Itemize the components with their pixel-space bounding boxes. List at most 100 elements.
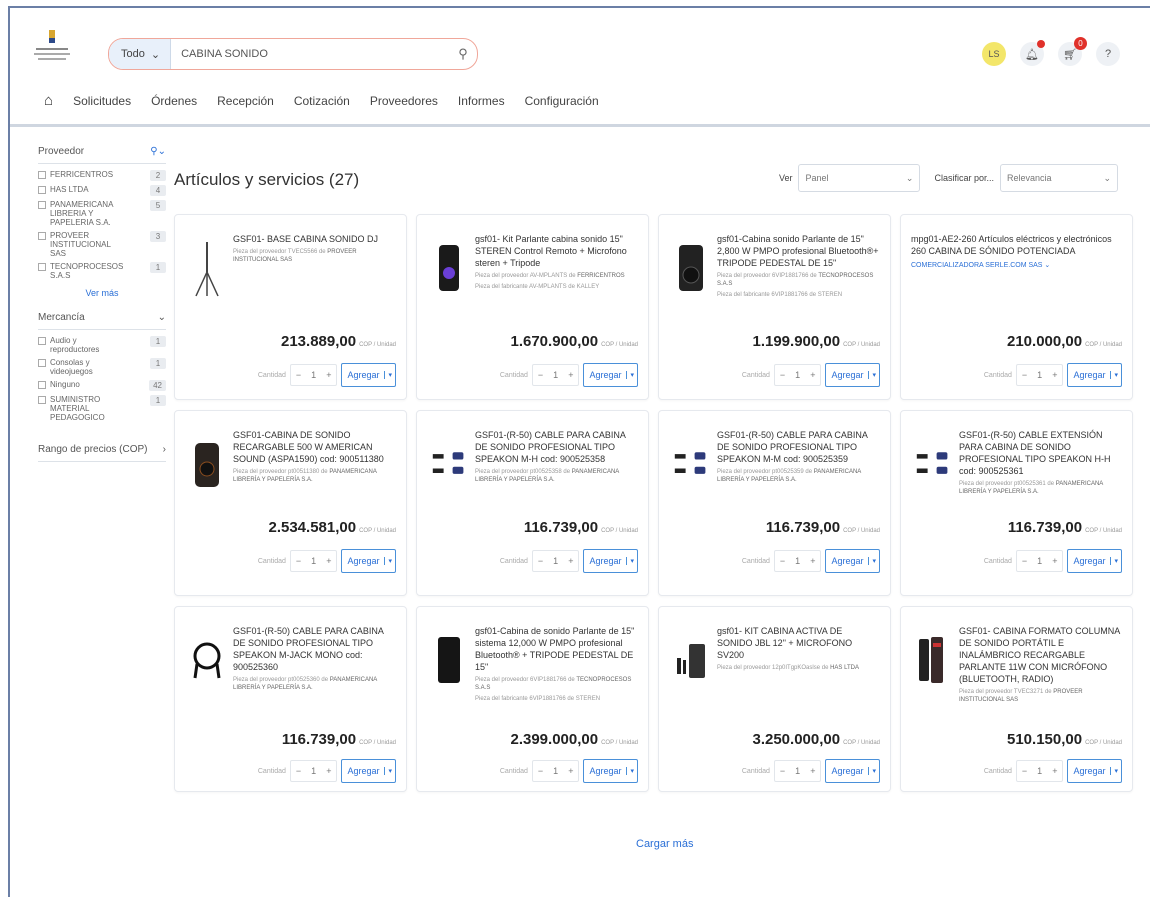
plus-icon[interactable]: + xyxy=(321,766,336,776)
product-card-8[interactable]: GSF01-(R-50) CABLE EXTENSIÓN PARA CABINA… xyxy=(900,410,1133,596)
quantity-value[interactable]: 1 xyxy=(548,556,563,566)
plus-icon[interactable]: + xyxy=(321,556,336,566)
product-thumbnail[interactable] xyxy=(431,429,467,499)
product-card-5[interactable]: GSF01-CABINA DE SONIDO RECARGABLE 500 W … xyxy=(174,410,407,596)
filter-mercancia-consolas[interactable]: Consolas y videojuegos 1 xyxy=(38,358,166,376)
checkbox[interactable] xyxy=(38,359,46,367)
nav-item-recepcion[interactable]: Recepción xyxy=(217,94,274,108)
add-to-cart-button[interactable]: Agregar ▾ xyxy=(341,363,396,387)
chevron-down-icon[interactable]: ▾ xyxy=(384,767,395,775)
minus-icon[interactable]: − xyxy=(291,766,306,776)
product-card-11[interactable]: gsf01- KIT CABINA ACTIVA DE SONIDO JBL 1… xyxy=(658,606,891,792)
notifications-button[interactable]: 🔔︎ xyxy=(1020,40,1045,66)
minus-icon[interactable]: − xyxy=(291,370,306,380)
product-card-1[interactable]: GSF01- BASE CABINA SONIDO DJ Pieza del p… xyxy=(174,214,407,400)
checkbox[interactable] xyxy=(38,381,46,389)
filter-proveedor-panamericana[interactable]: PANAMERICANA LIBRERIA Y PAPELERIA S.A. 5 xyxy=(38,200,166,227)
product-title[interactable]: GSF01- BASE CABINA SONIDO DJ xyxy=(233,233,396,245)
minus-icon[interactable]: − xyxy=(1017,370,1032,380)
add-to-cart-button[interactable]: Agregar ▾ xyxy=(825,363,880,387)
cart-button[interactable]: 🛒︎ 0 xyxy=(1058,37,1087,66)
sort-select[interactable]: Relevancia ⌄ xyxy=(1000,164,1118,192)
search-icon[interactable]: ⚲⌄ xyxy=(150,146,166,157)
add-to-cart-button[interactable]: Agregar ▾ xyxy=(825,549,880,573)
checkbox[interactable] xyxy=(38,171,46,179)
chevron-down-icon[interactable]: ▾ xyxy=(626,767,637,775)
product-title[interactable]: gsf01-Cabina sonido Parlante de 15" 2,80… xyxy=(717,233,880,269)
minus-icon[interactable]: − xyxy=(533,766,548,776)
search-icon[interactable]: ⚲ xyxy=(449,46,477,62)
add-to-cart-button[interactable]: Agregar ▾ xyxy=(825,759,880,783)
checkbox[interactable] xyxy=(38,396,46,404)
product-title[interactable]: gsf01- KIT CABINA ACTIVA DE SONIDO JBL 1… xyxy=(717,625,880,661)
quantity-stepper[interactable]: − 1 + xyxy=(289,550,338,572)
product-card-2[interactable]: gsf01- Kit Parlante cabina sonido 15" ST… xyxy=(416,214,649,400)
search-scope-dropdown[interactable]: Todo ⌄ xyxy=(109,39,172,69)
checkbox[interactable] xyxy=(38,186,46,194)
filter-proveedor-ferricentros[interactable]: FERRICENTROS 2 xyxy=(38,170,166,181)
chevron-down-icon[interactable]: ▾ xyxy=(868,767,879,775)
quantity-stepper[interactable]: − 1 + xyxy=(773,550,822,572)
chevron-down-icon[interactable]: ▾ xyxy=(384,371,395,379)
product-title[interactable]: GSF01-(R-50) CABLE PARA CABINA DE SONIDO… xyxy=(233,625,396,673)
product-thumbnail[interactable] xyxy=(915,625,951,695)
filter-proveedor-proveer[interactable]: PROVEER INSTITUCIONAL SAS 3 xyxy=(38,231,166,258)
add-to-cart-button[interactable]: Agregar ▾ xyxy=(341,549,396,573)
quantity-stepper[interactable]: − 1 + xyxy=(1015,760,1064,782)
search-input[interactable]: CABINA SONIDO xyxy=(171,48,449,60)
product-title[interactable]: gsf01- Kit Parlante cabina sonido 15" ST… xyxy=(475,233,638,269)
product-card-12[interactable]: GSF01- CABINA FORMATO COLUMNA DE SONIDO … xyxy=(900,606,1133,792)
product-title[interactable]: mpg01-AE2-260 Artículos eléctricos y ele… xyxy=(911,233,1122,257)
add-to-cart-button[interactable]: Agregar ▾ xyxy=(341,759,396,783)
chevron-down-icon[interactable]: ▾ xyxy=(626,371,637,379)
load-more-link[interactable]: Cargar más xyxy=(636,838,693,850)
product-title[interactable]: GSF01-CABINA DE SONIDO RECARGABLE 500 W … xyxy=(233,429,396,465)
plus-icon[interactable]: + xyxy=(805,556,820,566)
chevron-down-icon[interactable]: ▾ xyxy=(1110,767,1121,775)
minus-icon[interactable]: − xyxy=(775,370,790,380)
filter-mercancia-audio[interactable]: Audio y reproductores 1 xyxy=(38,336,166,354)
product-thumbnail[interactable] xyxy=(189,625,225,695)
view-select[interactable]: Panel ⌄ xyxy=(798,164,921,192)
quantity-stepper[interactable]: − 1 + xyxy=(1015,364,1064,386)
plus-icon[interactable]: + xyxy=(563,556,578,566)
product-title[interactable]: GSF01-(R-50) CABLE PARA CABINA DE SONIDO… xyxy=(717,429,880,465)
quantity-value[interactable]: 1 xyxy=(790,556,805,566)
product-title[interactable]: GSF01-(R-50) CABLE EXTENSIÓN PARA CABINA… xyxy=(959,429,1122,477)
product-title[interactable]: GSF01- CABINA FORMATO COLUMNA DE SONIDO … xyxy=(959,625,1122,685)
product-thumbnail[interactable] xyxy=(189,429,225,499)
help-button[interactable]: ? xyxy=(1096,42,1120,66)
quantity-value[interactable]: 1 xyxy=(1032,766,1047,776)
filter-proveedor-has-ltda[interactable]: HAS LTDA 4 xyxy=(38,185,166,196)
nav-item-informes[interactable]: Informes xyxy=(458,94,505,108)
add-to-cart-button[interactable]: Agregar ▾ xyxy=(1067,759,1122,783)
checkbox[interactable] xyxy=(38,201,46,209)
filter-proveedor-tecnoprocesos[interactable]: TECNOPROCESOS S.A.S 1 xyxy=(38,262,166,280)
minus-icon[interactable]: − xyxy=(1017,766,1032,776)
quantity-stepper[interactable]: − 1 + xyxy=(531,550,580,572)
quantity-value[interactable]: 1 xyxy=(306,766,321,776)
plus-icon[interactable]: + xyxy=(1047,370,1062,380)
add-to-cart-button[interactable]: Agregar ▾ xyxy=(1067,549,1122,573)
product-thumbnail[interactable] xyxy=(431,233,467,303)
quantity-stepper[interactable]: − 1 + xyxy=(773,760,822,782)
quantity-stepper[interactable]: − 1 + xyxy=(531,760,580,782)
vendor-link[interactable]: COMERCIALIZADORA SERLE.COM SAS ⌄ xyxy=(911,261,1122,269)
plus-icon[interactable]: + xyxy=(805,766,820,776)
plus-icon[interactable]: + xyxy=(1047,556,1062,566)
product-thumbnail[interactable] xyxy=(431,625,467,695)
avatar[interactable]: LS xyxy=(982,42,1006,66)
plus-icon[interactable]: + xyxy=(1047,766,1062,776)
plus-icon[interactable]: + xyxy=(563,766,578,776)
product-thumbnail[interactable] xyxy=(189,233,225,303)
add-to-cart-button[interactable]: Agregar ▾ xyxy=(1067,363,1122,387)
nav-item-solicitudes[interactable]: Solicitudes xyxy=(73,94,131,108)
mercancia-filter-header[interactable]: Mercancía ⌄ xyxy=(38,312,166,330)
quantity-value[interactable]: 1 xyxy=(1032,370,1047,380)
product-card-6[interactable]: GSF01-(R-50) CABLE PARA CABINA DE SONIDO… xyxy=(416,410,649,596)
product-card-3[interactable]: gsf01-Cabina sonido Parlante de 15" 2,80… xyxy=(658,214,891,400)
product-card-4[interactable]: mpg01-AE2-260 Artículos eléctricos y ele… xyxy=(900,214,1133,400)
checkbox[interactable] xyxy=(38,337,46,345)
plus-icon[interactable]: + xyxy=(321,370,336,380)
minus-icon[interactable]: − xyxy=(775,556,790,566)
